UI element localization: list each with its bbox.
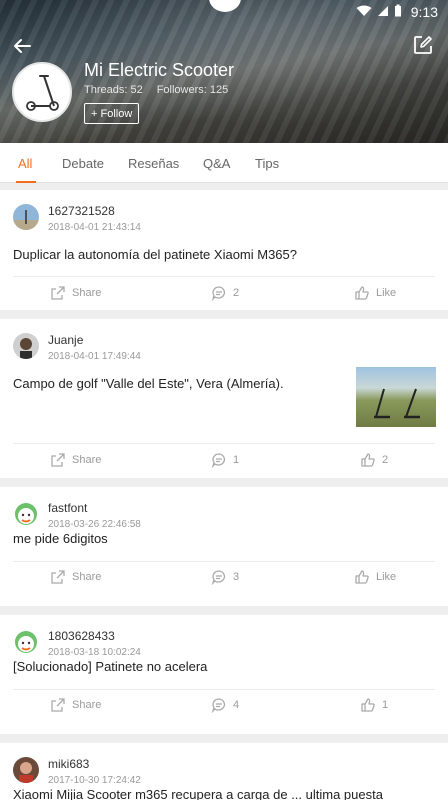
tab-debate[interactable]: Debate xyxy=(62,143,104,183)
share-icon xyxy=(51,286,65,300)
post-title[interactable]: Duplicar la autonomía del patinete Xiaom… xyxy=(13,247,297,262)
battery-icon xyxy=(394,4,402,20)
post-actions: Share 3 Like xyxy=(0,562,448,592)
share-icon xyxy=(51,453,65,467)
tab-all[interactable]: All xyxy=(18,143,32,183)
post-time: 2018-04-01 17:49:44 xyxy=(48,351,141,362)
active-tab-indicator xyxy=(16,181,36,183)
status-time: 9:13 xyxy=(410,4,438,20)
comment-button[interactable]: 1 xyxy=(211,445,239,475)
share-label: Share xyxy=(72,454,102,466)
scooter-photo-icon xyxy=(374,388,420,419)
post-title[interactable]: [Solucionado] Patinete no acelera xyxy=(13,659,207,674)
divider xyxy=(13,443,435,444)
comment-icon xyxy=(211,698,225,713)
comment-button[interactable]: 2 xyxy=(211,278,239,308)
edit-icon xyxy=(414,36,432,54)
post-author[interactable]: 1803628433 xyxy=(48,629,115,643)
post-time: 2018-03-18 10:02:24 xyxy=(48,647,141,658)
wifi-icon xyxy=(356,5,372,20)
comment-count: 2 xyxy=(233,287,240,299)
like-button[interactable]: 2 xyxy=(360,445,388,475)
comment-button[interactable]: 4 xyxy=(211,690,239,720)
share-icon xyxy=(51,570,65,584)
threads-count: Threads: 52 xyxy=(84,84,143,96)
post-time: 2017-10-30 17:24:42 xyxy=(48,775,141,786)
thread-card[interactable]: Juanje 2018-04-01 17:49:44 Campo de golf… xyxy=(0,319,448,478)
post-author[interactable]: 1627321528 xyxy=(48,204,115,218)
thumbs-up-icon xyxy=(361,698,375,712)
share-button[interactable]: Share xyxy=(50,690,101,720)
like-button[interactable]: Like xyxy=(354,278,396,308)
comment-icon xyxy=(211,286,225,301)
post-time: 2018-04-01 21:43:14 xyxy=(48,222,141,233)
share-icon xyxy=(51,698,65,712)
forum-avatar xyxy=(12,62,72,122)
avatar[interactable] xyxy=(13,757,39,783)
post-author[interactable]: fastfont xyxy=(48,501,87,515)
comment-button[interactable]: 3 xyxy=(211,562,239,592)
post-time: 2018-03-26 22:46:58 xyxy=(48,519,141,530)
thread-card[interactable]: miki683 2017-10-30 17:24:42 Xiaomi Mijia… xyxy=(0,743,448,800)
thumbs-up-icon xyxy=(355,570,369,584)
avatar[interactable] xyxy=(13,501,39,527)
thumbs-up-icon xyxy=(355,286,369,300)
status-bar: 9:13 xyxy=(0,0,448,24)
post-title[interactable]: Xiaomi Mijia Scooter m365 recupera a car… xyxy=(13,787,383,800)
post-author[interactable]: miki683 xyxy=(48,757,89,771)
share-button[interactable]: Share xyxy=(50,278,101,308)
like-count: Like xyxy=(376,287,397,299)
back-arrow-icon xyxy=(14,39,31,53)
like-count: Like xyxy=(376,571,397,583)
like-count: 1 xyxy=(382,699,389,711)
thread-card[interactable]: fastfont 2018-03-26 22:46:58 me pide 6di… xyxy=(0,487,448,606)
avatar[interactable] xyxy=(13,333,39,359)
avatar[interactable] xyxy=(13,629,39,655)
tab-resenas[interactable]: Reseñas xyxy=(128,143,179,183)
tab-qa[interactable]: Q&A xyxy=(203,143,230,183)
forum-title: Mi Electric Scooter xyxy=(84,60,235,80)
share-label: Share xyxy=(72,571,102,583)
avatar[interactable] xyxy=(13,204,39,230)
post-actions: Share 2 Like xyxy=(0,278,448,308)
comment-count: 3 xyxy=(233,571,240,583)
comment-icon xyxy=(211,453,225,468)
post-author[interactable]: Juanje xyxy=(48,333,83,347)
post-actions: Share 4 1 xyxy=(0,690,448,720)
like-button[interactable]: 1 xyxy=(360,690,388,720)
post-title[interactable]: me pide 6digitos xyxy=(13,531,108,546)
compose-button[interactable] xyxy=(412,34,434,56)
divider xyxy=(13,276,435,277)
comment-count: 4 xyxy=(233,699,240,711)
back-button[interactable] xyxy=(10,34,34,58)
post-title[interactable]: Campo de golf "Valle del Este", Vera (Al… xyxy=(13,376,284,391)
followers-count: Followers: 125 xyxy=(156,84,229,96)
tab-tips[interactable]: Tips xyxy=(255,143,279,183)
forum-header: 9:13 Mi Electric Scooter Threads: 52 Fol… xyxy=(0,0,448,143)
tab-bar: All Debate Reseñas Q&A Tips xyxy=(0,143,448,183)
share-button[interactable]: Share xyxy=(50,445,101,475)
thumbs-up-icon xyxy=(361,453,375,467)
post-actions: Share 1 2 xyxy=(0,445,448,475)
thread-card[interactable]: 1627321528 2018-04-01 21:43:14 Duplicar … xyxy=(0,190,448,310)
follow-button[interactable]: + Follow xyxy=(84,103,140,124)
share-label: Share xyxy=(72,699,102,711)
thread-card[interactable]: 1803628433 2018-03-18 10:02:24 [Solucion… xyxy=(0,615,448,734)
like-button[interactable]: Like xyxy=(354,562,396,592)
camera-notch xyxy=(209,0,241,12)
share-label: Share xyxy=(72,287,102,299)
like-count: 2 xyxy=(382,454,389,466)
scooter-icon xyxy=(26,75,59,111)
comment-icon xyxy=(211,570,225,585)
share-button[interactable]: Share xyxy=(50,562,101,592)
signal-icon xyxy=(377,5,389,20)
comment-count: 1 xyxy=(233,454,240,466)
post-thumbnail[interactable] xyxy=(356,367,436,427)
forum-stats: Threads: 52 Followers: 125 xyxy=(84,84,228,96)
